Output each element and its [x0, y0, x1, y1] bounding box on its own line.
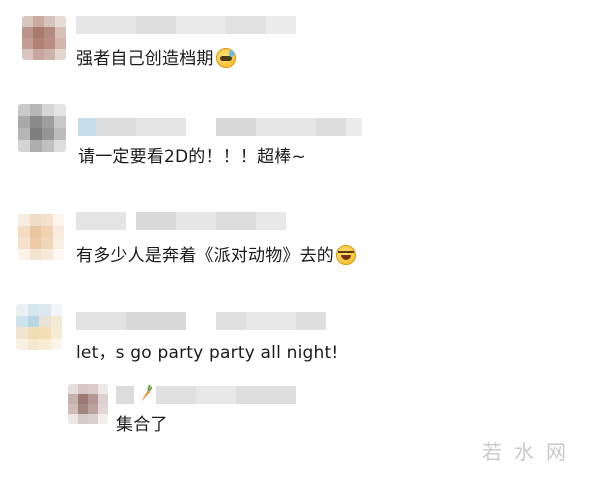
- username-blurred[interactable]: [76, 312, 326, 330]
- comment-text-content: let，s go party party all night!: [76, 343, 339, 363]
- watermark: 若水网: [482, 440, 578, 464]
- comment-text-content: 请一定要看2D的！！！超棒~: [78, 147, 306, 167]
- reply-text: 集合了: [116, 414, 168, 436]
- avatar[interactable]: [22, 16, 66, 60]
- laughing-emoji: [336, 245, 356, 265]
- comment-text-content: 有多少人是奔着《派对动物》去的: [76, 246, 334, 266]
- username-blurred[interactable]: [78, 118, 362, 136]
- comment-text: 强者自己创造档期: [76, 48, 236, 70]
- comment-text: 有多少人是奔着《派对动物》去的: [76, 245, 356, 267]
- comment-text-content: 强者自己创造档期: [76, 49, 214, 69]
- username-blurred[interactable]: [76, 16, 296, 34]
- avatar[interactable]: [18, 214, 64, 260]
- reply-username-blurred[interactable]: [116, 386, 134, 404]
- reply-username-blurred[interactable]: [156, 386, 296, 404]
- avatar[interactable]: [16, 304, 62, 350]
- carrot-icon: [141, 384, 152, 402]
- avatar[interactable]: [18, 104, 66, 152]
- username-blurred[interactable]: [76, 212, 286, 230]
- sweat-smile-emoji: [215, 48, 236, 68]
- reply-avatar[interactable]: [68, 384, 108, 424]
- reply-text-content: 集合了: [116, 415, 168, 435]
- comment-text: 请一定要看2D的！！！超棒~: [78, 146, 306, 168]
- comment-text: let，s go party party all night!: [76, 342, 338, 364]
